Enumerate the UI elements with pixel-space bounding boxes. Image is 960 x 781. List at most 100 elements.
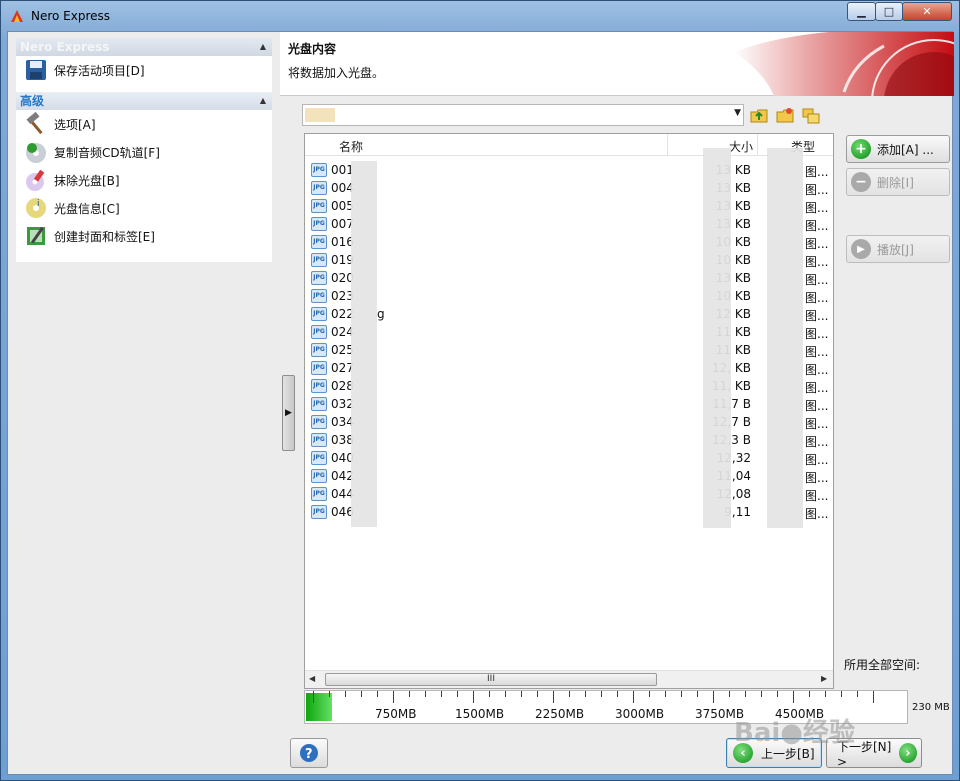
collapse-arrow-icon[interactable]: ▲ [260, 92, 266, 110]
section-header-advanced[interactable]: 高级 ▲ [16, 92, 272, 110]
file-row[interactable]: JPG02212 KB图...g [305, 305, 833, 323]
task-create-cover[interactable]: 创建封面和标签[E] [16, 222, 272, 250]
file-list[interactable]: 名称 大小 类型 JPG00113 KB图...JPG00413 KB图...J… [304, 133, 834, 689]
delete-button[interactable]: − 删除[I] [846, 168, 950, 196]
file-type: 图... [805, 309, 829, 323]
capacity-tick [585, 691, 586, 697]
capacity-tick [553, 691, 554, 703]
file-row[interactable]: JPG 042 11,04 图... [305, 467, 833, 485]
task-save-project[interactable]: 保存活动项目[D] [16, 56, 272, 84]
file-row[interactable]: JPG02013 KB图... [305, 269, 833, 287]
file-row[interactable]: JPG02712, KB图... [305, 359, 833, 377]
play-button-label: 播放[J] [877, 242, 914, 257]
file-row[interactable]: JPG00513 KB图... [305, 197, 833, 215]
file-row[interactable]: JPG 044 12,08 图... [305, 485, 833, 503]
capacity-tick [809, 691, 810, 697]
file-row[interactable]: JPG03812,3 B图... [305, 431, 833, 449]
scroll-thumb[interactable]: III [325, 673, 657, 686]
disc-info-icon: i [26, 198, 46, 218]
file-type: 图... [805, 417, 829, 431]
jpg-file-icon: JPG [311, 199, 327, 213]
jpg-file-icon: JPG [311, 361, 327, 375]
scroll-left-icon[interactable]: ◀ [309, 674, 315, 683]
jpg-file-icon: JPG [311, 433, 327, 447]
column-header-name[interactable]: 名称 [339, 138, 363, 155]
close-icon: ✕ [922, 5, 932, 18]
help-icon: ? [300, 744, 318, 762]
new-folder-icon[interactable] [776, 106, 794, 124]
capacity-tick [681, 691, 682, 697]
file-type: 图... [805, 327, 829, 341]
maximize-button[interactable]: □ [875, 2, 903, 21]
horizontal-scrollbar[interactable]: ◀ III ▶ [305, 670, 833, 688]
file-row[interactable]: JPG00113 KB图... [305, 161, 833, 179]
grip-icon: III [487, 674, 495, 684]
minimize-button[interactable]: ▁ [847, 2, 876, 21]
file-row[interactable]: JPG00413 KB图... [305, 179, 833, 197]
column-divider[interactable] [757, 134, 758, 156]
file-row[interactable]: JPG03211,7 B图... [305, 395, 833, 413]
erase-disc-icon [26, 169, 45, 191]
file-type: 图... [805, 453, 829, 467]
file-row[interactable]: JPG02310 KB图... [305, 287, 833, 305]
collapse-arrow-icon[interactable]: ▲ [260, 38, 266, 56]
file-row[interactable]: JPG02511 KB图... [305, 341, 833, 359]
task-options[interactable]: 选项[A] [16, 110, 272, 138]
file-type: 图... [805, 237, 829, 251]
file-type: 图... [805, 507, 829, 521]
capacity-tick-label: 1500MB [455, 707, 505, 721]
dropdown-arrow-icon[interactable]: ▼ [734, 108, 741, 118]
folder-up-icon[interactable] [750, 106, 768, 124]
path-combobox[interactable]: ▼ [302, 104, 744, 126]
file-row[interactable]: JPG01610 KB图... [305, 233, 833, 251]
file-row[interactable]: JPG03412,7 B图... [305, 413, 833, 431]
add-button-label: 添加[A] ... [877, 142, 934, 157]
capacity-tick [841, 691, 842, 697]
svg-text:?: ? [305, 747, 313, 762]
column-header-size[interactable]: 大小 [729, 138, 753, 155]
task-label: 创建封面和标签[E] [54, 229, 155, 244]
help-button[interactable]: ? [290, 738, 328, 768]
file-row[interactable]: JPG01910 KB图... [305, 251, 833, 269]
file-row[interactable]: JPG00713 KB图... [305, 215, 833, 233]
capacity-tick-label: 3000MB [615, 707, 665, 721]
capacity-tick [649, 691, 650, 697]
file-row[interactable]: JPG02811, KB图... [305, 377, 833, 395]
capacity-tick [473, 691, 474, 703]
task-disc-info[interactable]: i 光盘信息[C] [16, 194, 272, 222]
task-copy-audio-cd[interactable]: 复制音频CD轨道[F] [16, 138, 272, 166]
blur-mask [703, 148, 731, 528]
window-title: Nero Express [31, 9, 111, 23]
nero-flame-icon [11, 10, 23, 22]
capacity-max-label: 230 MB [912, 702, 950, 713]
file-type: 图... [805, 291, 829, 305]
jpg-file-icon: JPG [311, 325, 327, 339]
section-header-nero-express[interactable]: Nero Express ▲ [16, 38, 272, 56]
task-label: 选项[A] [54, 117, 96, 132]
file-type: 图... [805, 471, 829, 485]
scroll-right-icon[interactable]: ▶ [821, 674, 827, 683]
jpg-file-icon: JPG [311, 469, 327, 483]
capacity-tick-label: 2250MB [535, 707, 585, 721]
file-row[interactable]: JPG02411 KB图... [305, 323, 833, 341]
jpg-file-icon: JPG [311, 379, 327, 393]
task-label: 复制音频CD轨道[F] [54, 145, 160, 160]
speedometer-graphic [734, 32, 954, 96]
page-title: 光盘内容 [288, 42, 337, 56]
play-button[interactable]: ▶ 播放[J] [846, 235, 950, 263]
file-row[interactable]: JPG 046 9,11 图... [305, 503, 833, 521]
file-type: 图... [805, 273, 829, 287]
panel-splitter[interactable]: ▶ [282, 375, 295, 451]
jpg-file-icon: JPG [311, 163, 327, 177]
folder-view-icon[interactable] [802, 106, 820, 124]
column-divider[interactable] [667, 134, 668, 156]
add-button[interactable]: + 添加[A] ... [846, 135, 950, 163]
task-erase-disc[interactable]: 抹除光盘[B] [16, 166, 272, 194]
minimize-icon: ▁ [857, 5, 866, 18]
close-button[interactable]: ✕ [902, 2, 952, 21]
file-row[interactable]: JPG 040 12,32 图... [305, 449, 833, 467]
capacity-tick [729, 691, 730, 697]
nero-express-window: Nero Express ▁ □ ✕ Nero Express ▲ 保存活动项目… [0, 0, 960, 781]
watermark-logo: Bai●经验 [734, 718, 855, 748]
